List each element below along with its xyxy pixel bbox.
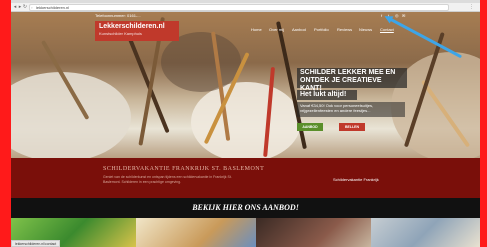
reload-icon[interactable]: ↻ <box>22 4 28 10</box>
vacation-band: SCHILDERVAKANTIE FRANKRIJK ST. BASLEMONT… <box>11 158 480 198</box>
bellen-button[interactable]: BELLEN <box>339 123 365 131</box>
instagram-icon[interactable]: ◎ <box>395 13 399 18</box>
browser-window: ◂ ▸ ↻ ▫ lekkerschilderen.nl ⋮ Telefoonnu… <box>11 0 480 247</box>
hero-line-3: Het lukt altijd! <box>297 90 357 100</box>
hero-headline: SCHILDER LEKKER MEE EN ONTDEK JE CREATIE… <box>297 68 407 92</box>
offer-tile-image[interactable] <box>136 218 256 247</box>
logo-title: Lekkerschilderen.nl <box>99 23 165 30</box>
nav-item-reviews[interactable]: Reviews <box>337 27 352 33</box>
offer-header: BEKIJK HIER ONS AANBOD! <box>11 198 480 218</box>
band-title: SCHILDERVAKANTIE FRANKRIJK ST. BASLEMONT <box>103 166 265 172</box>
nav-item-nieuws[interactable]: Nieuws <box>359 27 372 33</box>
nav-item-over-mij[interactable]: Over mij <box>269 27 284 33</box>
site-logo[interactable]: Lekkerschilderen.nl Kunstschilder Kamphu… <box>95 21 179 41</box>
url-text: lekkerschilderen.nl <box>36 5 70 10</box>
offer-heading: BEKIJK HIER ONS AANBOD! <box>192 203 299 212</box>
nav-item-contact[interactable]: Contact <box>380 27 394 33</box>
paint-pot-center <box>191 82 301 158</box>
nav-item-home[interactable]: Home <box>251 27 262 33</box>
nav-item-portfolio[interactable]: Portfolio <box>314 27 329 33</box>
facebook-icon[interactable]: f <box>381 13 382 18</box>
hero-section: Telefoonnummer: 0161-... f t ◎ ✉ Lekkers… <box>11 12 480 158</box>
band-description: Geniet van de schilderkunst en ontspan t… <box>103 175 232 184</box>
nav-item-aanbod[interactable]: Aanbod <box>292 27 306 33</box>
band-link[interactable]: Schildervakantie Frankrijk <box>333 177 379 182</box>
hero-line-1: SCHILDER LEKKER MEE EN <box>300 69 396 76</box>
screen-frame: ◂ ▸ ↻ ▫ lekkerschilderen.nl ⋮ Telefoonnu… <box>0 0 487 247</box>
offer-tiles <box>11 218 480 247</box>
background-shadow <box>161 32 241 92</box>
address-bar-area: ◂ ▸ ↻ ▫ lekkerschilderen.nl ⋮ <box>11 3 480 12</box>
offer-tile-image[interactable] <box>256 218 371 247</box>
menu-dots-icon[interactable]: ⋮ <box>469 4 474 10</box>
url-input[interactable]: ▫ lekkerschilderen.nl <box>29 4 449 11</box>
email-icon[interactable]: ✉ <box>402 13 405 18</box>
paint-pot-left <box>11 72 131 158</box>
status-bar: lekkerschilderen.nl/contact <box>11 240 61 247</box>
offer-tile-image[interactable] <box>371 218 480 247</box>
phone-number[interactable]: Telefoonnummer: 0161-... <box>95 12 141 20</box>
logo-subtitle: Kunstschilder Kamphuis <box>99 31 142 36</box>
aanbod-button[interactable]: AANBOD <box>297 123 323 131</box>
hero-subtext: Vanaf €34,50! Ook voor personeelsuitjes,… <box>297 102 405 117</box>
page-icon: ▫ <box>31 5 33 10</box>
